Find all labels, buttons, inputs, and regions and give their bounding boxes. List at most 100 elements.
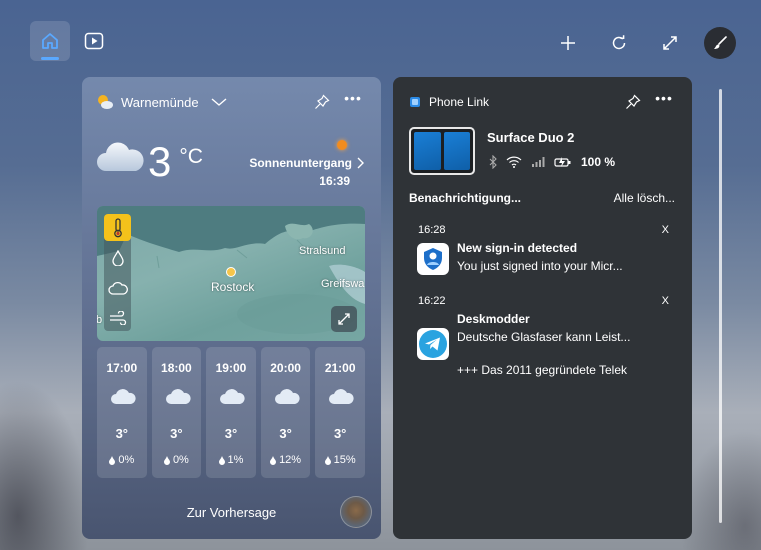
pin-icon xyxy=(626,94,641,109)
forecast-hour[interactable]: 19:00 3° 1% xyxy=(206,347,256,478)
home-icon xyxy=(42,33,58,49)
device-image xyxy=(409,127,475,175)
forecast-precip-value: 15% xyxy=(333,454,356,466)
notification-item[interactable]: 16:28 X New sign-in detected You just si… xyxy=(409,224,676,280)
weather-widget[interactable]: Warnemünde ••• 3 °C Sonnenuntergang 16:3… xyxy=(82,77,381,539)
temperature-unit[interactable]: °C xyxy=(179,145,203,169)
cloudy-icon xyxy=(97,142,144,171)
brush-icon xyxy=(714,36,727,49)
pin-button[interactable] xyxy=(313,93,331,111)
cloudy-icon xyxy=(329,389,354,404)
cloudy-icon xyxy=(111,389,136,404)
expand-icon xyxy=(663,36,677,50)
notification-title: New sign-in detected xyxy=(457,241,578,255)
droplet-icon xyxy=(111,249,124,266)
notification-body-secondary: +++ Das 2011 gegründete Telek xyxy=(457,363,628,377)
battery-level: 100 % xyxy=(581,155,616,169)
pin-button[interactable] xyxy=(624,93,642,111)
video-button[interactable] xyxy=(74,21,114,61)
cloud-layer-button[interactable] xyxy=(104,274,131,301)
personalize-button[interactable] xyxy=(704,27,736,59)
map-city-greifswald: Greifswa xyxy=(321,278,365,290)
chevron-right-icon xyxy=(357,157,364,169)
notification-dismiss-button[interactable]: X xyxy=(662,224,669,236)
forecast-precip: 0% xyxy=(152,454,202,466)
forecast-temp: 3° xyxy=(224,426,238,441)
notification-item[interactable]: 16:22 X Deskmodder Deutsche Glasfaser ka… xyxy=(409,295,676,385)
forecast-temp: 3° xyxy=(170,426,183,441)
sunset-label: Sonnenuntergang xyxy=(249,156,352,170)
droplet-icon xyxy=(163,455,170,465)
location-name: Warnemünde xyxy=(121,94,199,110)
phone-link-icon xyxy=(410,97,420,107)
home-active-indicator xyxy=(41,57,59,60)
droplet-icon xyxy=(270,455,277,465)
home-button[interactable] xyxy=(30,21,70,61)
droplet-icon xyxy=(324,455,331,465)
sunset-time: 16:39 xyxy=(319,174,350,188)
precipitation-layer-button[interactable] xyxy=(104,244,131,271)
cloudy-icon xyxy=(274,389,300,404)
refresh-button[interactable] xyxy=(601,25,637,61)
device-name: Surface Duo 2 xyxy=(487,130,575,145)
droplet-icon xyxy=(109,455,116,465)
pin-icon xyxy=(315,94,330,109)
cloudy-icon xyxy=(220,389,245,404)
location-selector[interactable]: Warnemünde xyxy=(96,94,228,110)
forecast-time: 20:00 xyxy=(270,361,301,375)
expand-button[interactable] xyxy=(652,25,688,61)
forecast-link[interactable]: Zur Vorhersage xyxy=(82,505,381,520)
add-widget-button[interactable] xyxy=(550,25,586,61)
current-conditions: 3 °C xyxy=(96,139,203,185)
weather-map[interactable]: b Rostock Stralsund Greifswa xyxy=(97,206,365,341)
more-icon: ••• xyxy=(655,90,673,106)
notification-time: 16:22 xyxy=(418,295,446,307)
forecast-precip-value: 0% xyxy=(118,454,135,466)
phone-link-widget[interactable]: Phone Link ••• Surface Duo 2 100 % Benac… xyxy=(393,77,692,539)
cloud-icon xyxy=(107,281,128,295)
temperature-layer-button[interactable] xyxy=(104,214,131,241)
map-city-partial: b xyxy=(97,314,103,326)
forecast-temp: 3° xyxy=(115,426,129,441)
map-city-rostock: Rostock xyxy=(211,280,255,294)
clear-all-button[interactable]: Alle lösch... xyxy=(614,191,675,205)
sunset-link[interactable]: Sonnenuntergang xyxy=(249,156,364,170)
background-shadow xyxy=(0,380,90,550)
forecast-precip: 1% xyxy=(206,454,256,466)
scrollbar[interactable] xyxy=(719,89,722,523)
forecast-time: 19:00 xyxy=(215,361,247,375)
forecast-precip-value: 1% xyxy=(227,454,244,466)
signal-icon xyxy=(532,157,545,167)
partly-sunny-icon xyxy=(98,95,113,109)
avatar[interactable] xyxy=(340,496,372,528)
notification-time: 16:28 xyxy=(418,224,446,236)
more-options-button[interactable]: ••• xyxy=(653,91,675,109)
location-marker xyxy=(226,267,236,277)
forecast-hour[interactable]: 21:00 3° 15% xyxy=(315,347,365,478)
forecast-hour[interactable]: 18:00 3° 0% xyxy=(151,347,202,478)
more-icon: ••• xyxy=(344,90,362,106)
cloudy-icon xyxy=(165,389,191,404)
map-expand-button[interactable] xyxy=(331,306,357,332)
forecast-time: 17:00 xyxy=(106,361,138,375)
forecast-time: 21:00 xyxy=(324,361,356,375)
notification-dismiss-button[interactable]: X xyxy=(662,295,669,307)
bluetooth-icon xyxy=(489,155,497,169)
expand-icon xyxy=(338,313,350,325)
device-status: 100 % xyxy=(489,155,615,169)
forecast-precip: 0% xyxy=(97,454,147,466)
forecast-precip: 12% xyxy=(261,454,311,466)
more-options-button[interactable]: ••• xyxy=(342,91,364,109)
forecast-precip-value: 12% xyxy=(279,454,302,466)
sunset-icon xyxy=(337,140,347,150)
wifi-icon xyxy=(506,156,522,168)
forecast-hour[interactable]: 17:00 3° 0% xyxy=(97,347,147,478)
device-screen-left xyxy=(414,132,441,170)
authenticator-app-icon xyxy=(417,243,449,275)
droplet-icon xyxy=(218,455,225,465)
notification-body: You just signed into your Micr... xyxy=(457,259,623,273)
wind-icon xyxy=(109,310,126,325)
wind-layer-button[interactable] xyxy=(104,304,131,331)
forecast-hour[interactable]: 20:00 3° 12% xyxy=(260,347,311,478)
map-city-stralsund: Stralsund xyxy=(299,245,346,257)
